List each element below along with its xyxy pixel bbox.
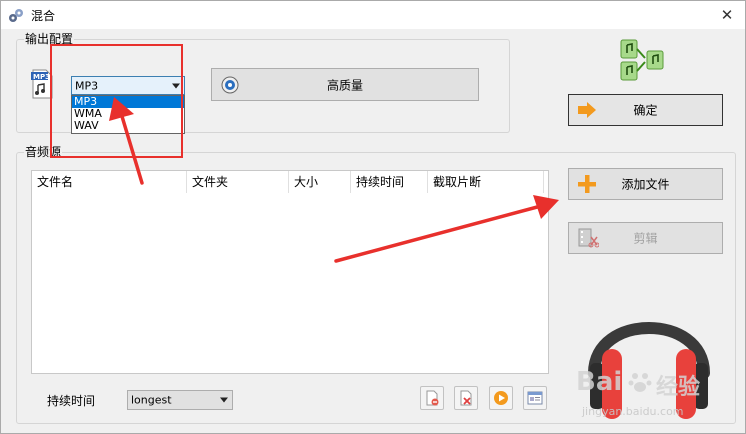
- close-button[interactable]: ✕: [717, 5, 737, 25]
- info-button[interactable]: [523, 386, 547, 410]
- column-duration[interactable]: 持续时间: [351, 171, 428, 193]
- app-icon: [9, 9, 23, 22]
- mix-dialog: 混合 ✕ 输出配置 MP3 MP3 MP3 WMA WAV 高质量 确定 音频源…: [0, 0, 746, 434]
- watermark-brand: Bai: [576, 367, 623, 397]
- watermark-url: jingyan.baidu.com: [582, 405, 684, 418]
- duration-select-value: longest: [131, 393, 172, 407]
- column-clip[interactable]: 截取片断: [428, 171, 544, 193]
- clear-list-button[interactable]: [454, 386, 478, 410]
- audio-file-list-header: 文件名 文件夹 大小 持续时间 截取片断: [32, 171, 548, 193]
- column-folder[interactable]: 文件夹: [187, 171, 289, 193]
- watermark-brand-cn: 经验: [656, 375, 701, 400]
- delete-file-icon: [460, 390, 472, 406]
- cut-button[interactable]: 剪辑: [568, 222, 723, 254]
- baidu-paw-icon: [628, 373, 652, 392]
- audio-source-legend: 音频源: [24, 145, 63, 159]
- output-config-legend: 输出配置: [24, 32, 75, 46]
- window-title: 混合: [31, 9, 56, 23]
- format-select-value: MP3: [75, 79, 99, 92]
- audio-file-list[interactable]: 文件名 文件夹 大小 持续时间 截取片断: [31, 170, 549, 374]
- add-file-button-label: 添加文件: [621, 177, 670, 192]
- format-select[interactable]: MP3: [71, 76, 185, 95]
- add-file-button[interactable]: 添加文件: [568, 168, 723, 200]
- duration-select[interactable]: longest: [127, 390, 233, 410]
- baidu-watermark: Bai 经验 jingyan.baidu.com: [576, 367, 736, 427]
- confirm-button-label: 确定: [633, 103, 658, 118]
- format-option-wav[interactable]: WAV: [72, 120, 184, 132]
- mix-music-icon: [620, 39, 664, 81]
- chevron-down-icon: [220, 397, 228, 403]
- duration-label: 持续时间: [47, 394, 96, 408]
- format-dropdown-list: MP3 WMA WAV: [71, 95, 185, 134]
- quality-button-label: 高质量: [326, 78, 363, 92]
- cut-button-label: 剪辑: [633, 231, 658, 246]
- title-bar: 混合 ✕: [1, 1, 745, 29]
- chevron-down-icon: [172, 83, 180, 88]
- column-size[interactable]: 大小: [289, 171, 351, 193]
- window-info-icon: [527, 391, 543, 405]
- confirm-button[interactable]: 确定: [568, 94, 723, 126]
- play-icon: [494, 391, 508, 405]
- column-filename[interactable]: 文件名: [32, 171, 187, 193]
- play-button[interactable]: [489, 386, 513, 410]
- quality-button[interactable]: 高质量: [211, 68, 479, 101]
- remove-file-icon: [426, 390, 439, 406]
- remove-file-button[interactable]: [420, 386, 444, 410]
